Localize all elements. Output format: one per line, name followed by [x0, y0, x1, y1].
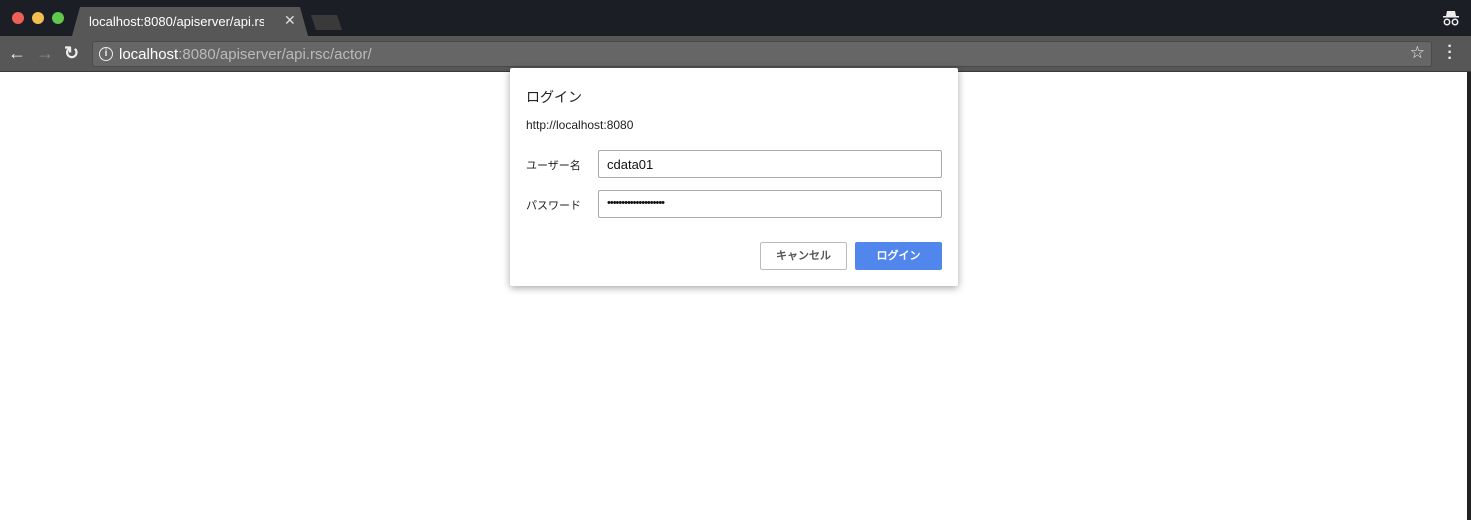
new-tab-button[interactable] [311, 15, 342, 30]
forward-button[interactable]: → [36, 42, 54, 64]
menu-icon[interactable]: · · · [1446, 39, 1454, 67]
dialog-title: ログイン [526, 89, 582, 105]
minimize-window-button[interactable] [32, 12, 44, 24]
cancel-button[interactable]: キャンセル [760, 242, 847, 270]
tab-title: localhost:8080/apiserver/api.rsc/a [89, 14, 264, 29]
tab-active[interactable]: localhost:8080/apiserver/api.rsc/a ✕ [72, 7, 308, 36]
password-input[interactable]: •••••••••••••••••••• [598, 190, 942, 218]
reload-button[interactable]: ↻ [64, 42, 79, 64]
incognito-icon [1443, 11, 1459, 26]
username-input[interactable]: cdata01 [598, 150, 942, 178]
maximize-window-button[interactable] [52, 12, 64, 24]
password-label: パスワード [526, 200, 581, 212]
address-bar[interactable]: i localhost:8080/apiserver/api.rsc/actor… [92, 41, 1432, 67]
info-icon[interactable]: i [99, 47, 113, 61]
username-label: ユーザー名 [526, 160, 581, 172]
login-button[interactable]: ログイン [855, 242, 942, 270]
tab-close-icon[interactable]: ✕ [284, 12, 296, 29]
window-edge [1467, 72, 1471, 520]
back-button[interactable]: ← [8, 42, 26, 64]
tab-bar: localhost:8080/apiserver/api.rsc/a ✕ [0, 0, 1471, 36]
url-text: localhost:8080/apiserver/api.rsc/actor/ [119, 46, 372, 63]
dialog-origin: http://localhost:8080 [526, 118, 634, 132]
login-dialog: ログイン http://localhost:8080 ユーザー名 cdata01… [510, 68, 958, 286]
bookmark-star-icon[interactable]: ☆ [1410, 43, 1425, 63]
close-window-button[interactable] [12, 12, 24, 24]
toolbar: ← → ↻ i localhost:8080/apiserver/api.rsc… [0, 36, 1471, 72]
